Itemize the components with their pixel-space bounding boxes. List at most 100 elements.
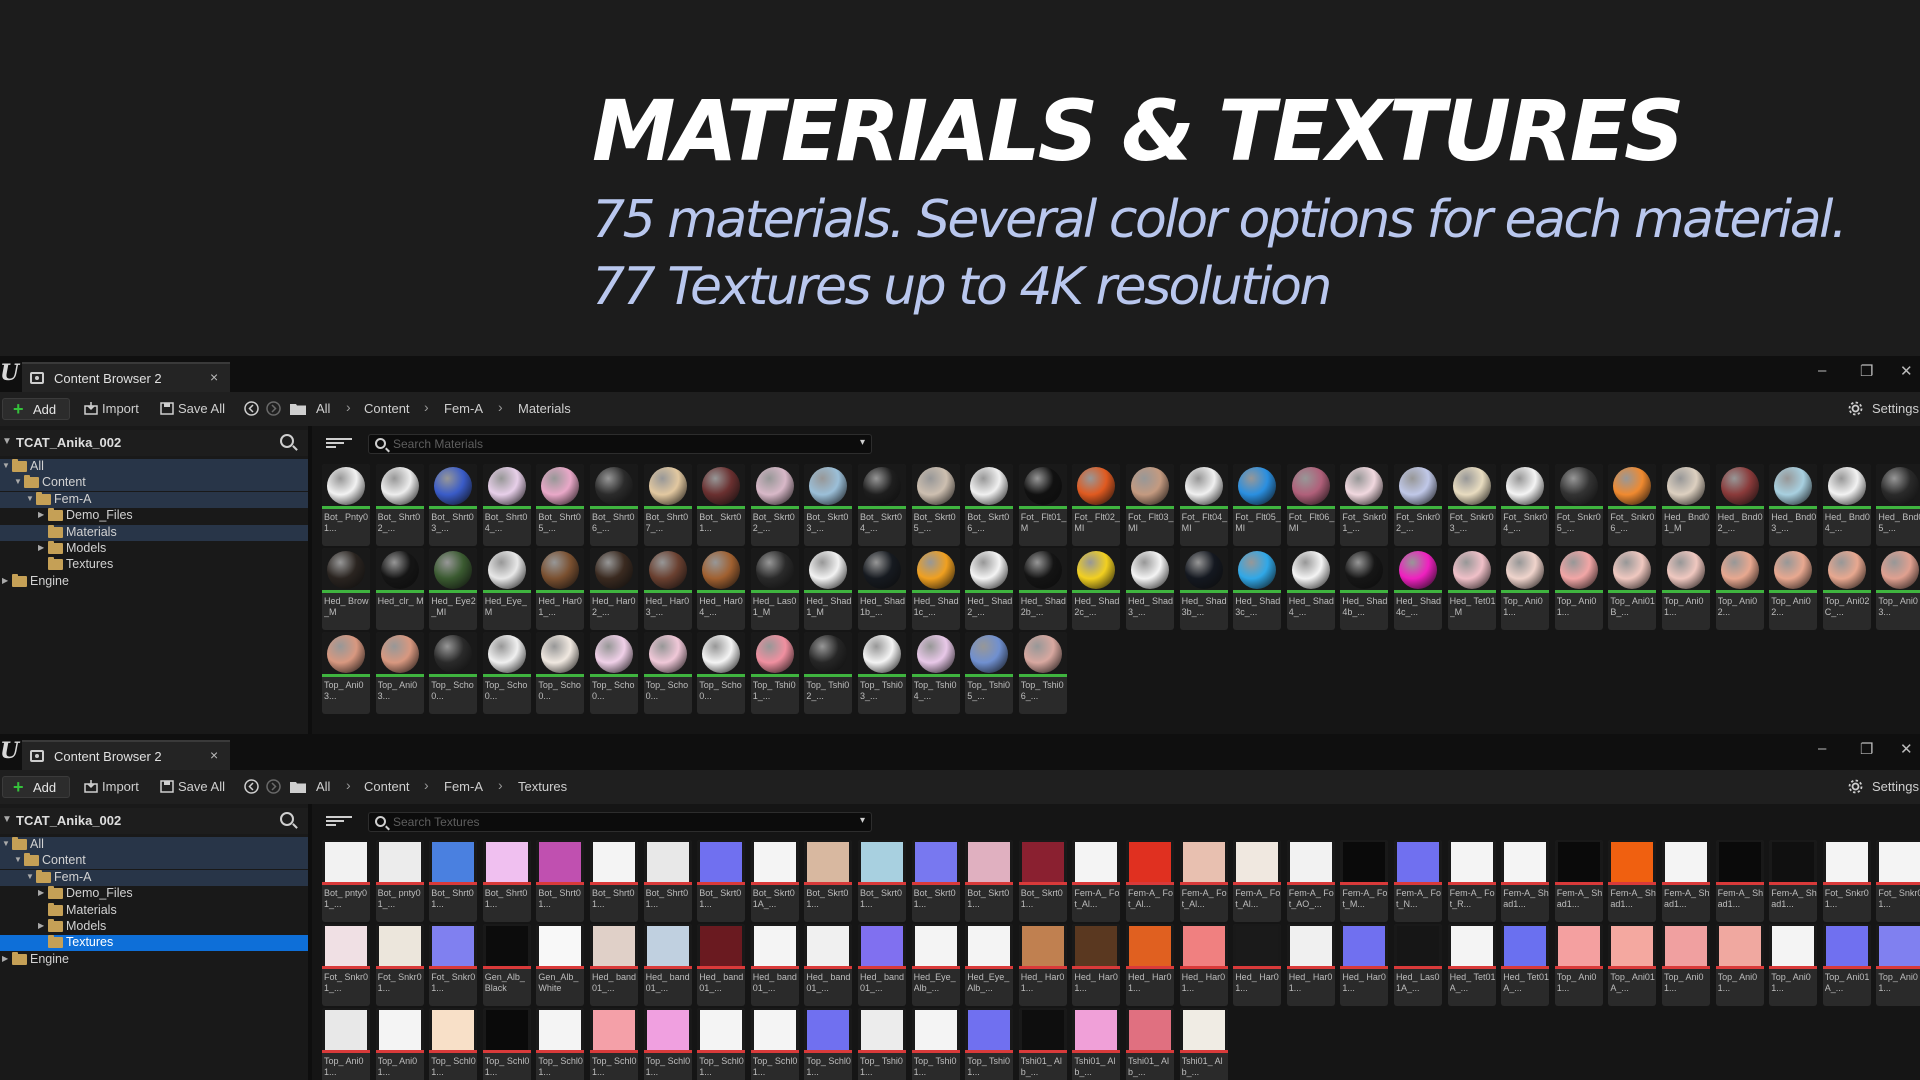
breadcrumb-content[interactable]: Content [364, 779, 410, 794]
breadcrumb-all[interactable]: All [316, 401, 330, 416]
material-asset-tile[interactable]: Hed_ Tet01_M [1447, 548, 1496, 630]
texture-asset-tile[interactable]: Top_ Schl01... [804, 1008, 853, 1080]
texture-asset-tile[interactable]: Gen_Alb_ White [536, 924, 585, 1006]
texture-asset-tile[interactable]: Hed_ Har01... [1179, 924, 1228, 1006]
material-asset-tile[interactable]: Bot_ Shrt06_... [590, 464, 638, 546]
tree-item-fem-a[interactable]: ▼ Fem-A [0, 491, 308, 508]
forward-icon[interactable] [266, 779, 281, 794]
texture-asset-tile[interactable]: Top_ Ani01A_... [1608, 924, 1657, 1006]
material-asset-tile[interactable]: Top_ Scho0... [482, 632, 531, 714]
material-asset-tile[interactable]: Top_ Tshi04_... [911, 632, 960, 714]
texture-asset-tile[interactable]: Top_ Ani01... [1876, 924, 1920, 1006]
material-asset-tile[interactable]: Bot_ Pnty01... [322, 464, 370, 546]
texture-asset-tile[interactable]: Fem-A_ Fot_N... [1394, 840, 1442, 922]
material-asset-tile[interactable]: Fot_ Snkr01_... [1340, 464, 1389, 546]
material-asset-tile[interactable]: Hed_ Bnd02_... [1715, 464, 1764, 546]
texture-asset-tile[interactable]: Fot_ Snkr01... [1876, 840, 1920, 922]
texture-asset-tile[interactable]: Hed_ Tet01A_... [1447, 924, 1496, 1006]
settings-button[interactable]: Settings [1872, 401, 1919, 416]
material-asset-tile[interactable]: Bot_ Shrt04_... [482, 464, 531, 546]
breadcrumb-separator-icon[interactable]: › [424, 777, 429, 793]
texture-asset-tile[interactable]: Hed_ band01_... [643, 924, 692, 1006]
material-asset-tile[interactable]: Bot_ Skrt02_... [750, 464, 799, 546]
texture-asset-tile[interactable]: Bot_ Shrt01... [643, 840, 692, 922]
material-asset-tile[interactable]: Top_ Ani01... [1662, 548, 1710, 630]
content-browser-tab[interactable]: Content Browser 2 × [22, 362, 230, 392]
texture-asset-tile[interactable]: Bot_ Skrt01... [965, 840, 1014, 922]
material-asset-tile[interactable]: Hed_ Shad3c_... [1233, 548, 1282, 630]
expanded-arrow-icon[interactable]: ▼ [14, 855, 22, 864]
material-asset-tile[interactable]: Fot_ Flt03_MI [1126, 464, 1174, 546]
material-asset-tile[interactable]: Hed_ Bnd04_... [1822, 464, 1871, 546]
material-asset-tile[interactable]: Top_ Ani03... [375, 632, 424, 714]
add-button[interactable]: + Add [2, 776, 70, 798]
close-window-icon[interactable]: ✕ [1900, 362, 1913, 380]
tree-item-materials[interactable]: Materials [0, 902, 308, 919]
material-asset-tile[interactable]: Bot_ Shrt07_... [643, 464, 692, 546]
texture-asset-tile[interactable]: Hed_ band01_... [750, 924, 799, 1006]
texture-asset-tile[interactable]: Bot_ Shrt01... [429, 840, 478, 922]
texture-asset-tile[interactable]: Top_ Tshi01... [965, 1008, 1014, 1080]
texture-asset-tile[interactable]: Fem-A_ Fot_Al... [1233, 840, 1282, 922]
search-folders-icon[interactable] [280, 434, 294, 448]
tree-item-content[interactable]: ▼ Content [0, 475, 308, 492]
material-asset-tile[interactable]: Top_ Tshi01_... [750, 632, 799, 714]
tree-item-textures[interactable]: Textures [0, 557, 308, 573]
material-asset-tile[interactable]: Bot_ Skrt03_... [804, 464, 853, 546]
material-asset-tile[interactable]: Bot_ Skrt06_... [965, 464, 1014, 546]
texture-asset-tile[interactable]: Hed_ Har01... [1018, 924, 1067, 1006]
texture-asset-tile[interactable]: Hed_Eye_ Alb_... [965, 924, 1014, 1006]
material-asset-tile[interactable]: Fot_ Snkr06_... [1608, 464, 1657, 546]
tab-close-icon[interactable]: × [210, 747, 218, 763]
texture-asset-tile[interactable]: Fot_ Snkr01... [375, 924, 424, 1006]
breadcrumb-separator-icon[interactable]: › [498, 777, 503, 793]
material-asset-tile[interactable]: Hed_ Shad2c_... [1072, 548, 1121, 630]
material-asset-tile[interactable]: Hed_ Brow_M [322, 548, 370, 630]
minimize-icon[interactable]: – [1818, 740, 1826, 757]
material-asset-tile[interactable]: Hed_ Shad4b_... [1340, 548, 1389, 630]
texture-asset-tile[interactable]: Top_ Tshi01... [911, 1008, 960, 1080]
search-dropdown-icon[interactable]: ▾ [860, 815, 865, 826]
material-asset-tile[interactable]: Fot_ Snkr03_... [1447, 464, 1496, 546]
search-dropdown-icon[interactable]: ▾ [860, 437, 865, 448]
breadcrumb-separator-icon[interactable]: › [424, 399, 429, 415]
texture-asset-tile[interactable]: Fot_ Snkr01... [429, 924, 478, 1006]
texture-asset-tile[interactable]: Bot_ Shrt01... [536, 840, 585, 922]
collapsed-arrow-icon[interactable]: ▶ [2, 954, 8, 963]
texture-asset-tile[interactable]: Hed_ Tet01A_... [1501, 924, 1550, 1006]
breadcrumb-current[interactable]: Textures [518, 779, 567, 794]
content-browser-tab[interactable]: Content Browser 2 × [22, 740, 230, 770]
material-asset-tile[interactable]: Top_ Ani03... [1876, 548, 1920, 630]
save-all-button[interactable]: Save All [178, 779, 225, 794]
material-asset-tile[interactable]: Hed_ Har04_... [697, 548, 746, 630]
material-asset-tile[interactable]: Fot_ Flt06_MI [1286, 464, 1335, 546]
texture-asset-tile[interactable]: Hed_ band01_... [858, 924, 906, 1006]
texture-asset-tile[interactable]: Top_ Ani01... [1715, 924, 1764, 1006]
material-asset-tile[interactable]: Top_ Ani01... [1501, 548, 1550, 630]
material-asset-tile[interactable]: Hed_ Har02_... [590, 548, 638, 630]
collapsed-arrow-icon[interactable]: ▶ [38, 510, 44, 519]
texture-asset-tile[interactable]: Hed_ Har01... [1233, 924, 1282, 1006]
material-asset-tile[interactable]: Top_ Tshi02_... [804, 632, 853, 714]
tree-item-demo-files[interactable]: ▶ Demo_Files [0, 886, 308, 902]
collapsed-arrow-icon[interactable]: ▶ [38, 543, 44, 552]
texture-asset-tile[interactable]: Fem-A_ Fot_M... [1340, 840, 1389, 922]
texture-asset-tile[interactable]: Top_ Ani01... [1769, 924, 1818, 1006]
material-asset-tile[interactable]: Top_ Ani01B_... [1608, 548, 1657, 630]
texture-asset-tile[interactable]: Bot_ Shrt01... [482, 840, 531, 922]
material-asset-tile[interactable]: Hed_ Shad2b_... [1018, 548, 1067, 630]
texture-asset-tile[interactable]: Top_ Schl01... [590, 1008, 638, 1080]
material-asset-tile[interactable]: Top_ Scho0... [590, 632, 638, 714]
material-asset-tile[interactable]: Bot_ Shrt03_... [429, 464, 478, 546]
tree-item-all[interactable]: ▼ All [0, 459, 308, 475]
material-asset-tile[interactable]: Hed_ Shad4_... [1286, 548, 1335, 630]
texture-asset-tile[interactable]: Fem-A_ Fot_Al... [1072, 840, 1121, 922]
back-icon[interactable] [244, 401, 259, 416]
texture-asset-tile[interactable]: Hed_ Har01... [1286, 924, 1335, 1006]
texture-asset-tile[interactable]: Bot_ Skrt01... [804, 840, 853, 922]
material-asset-tile[interactable]: Top_ Tshi06_... [1018, 632, 1067, 714]
material-asset-tile[interactable]: Top_ Tshi05_... [965, 632, 1014, 714]
material-asset-tile[interactable]: Fot_ Snkr05_... [1554, 464, 1603, 546]
material-asset-tile[interactable]: Hed_ Shad4c_... [1394, 548, 1442, 630]
texture-asset-tile[interactable]: Bot_ Shrt01... [590, 840, 638, 922]
